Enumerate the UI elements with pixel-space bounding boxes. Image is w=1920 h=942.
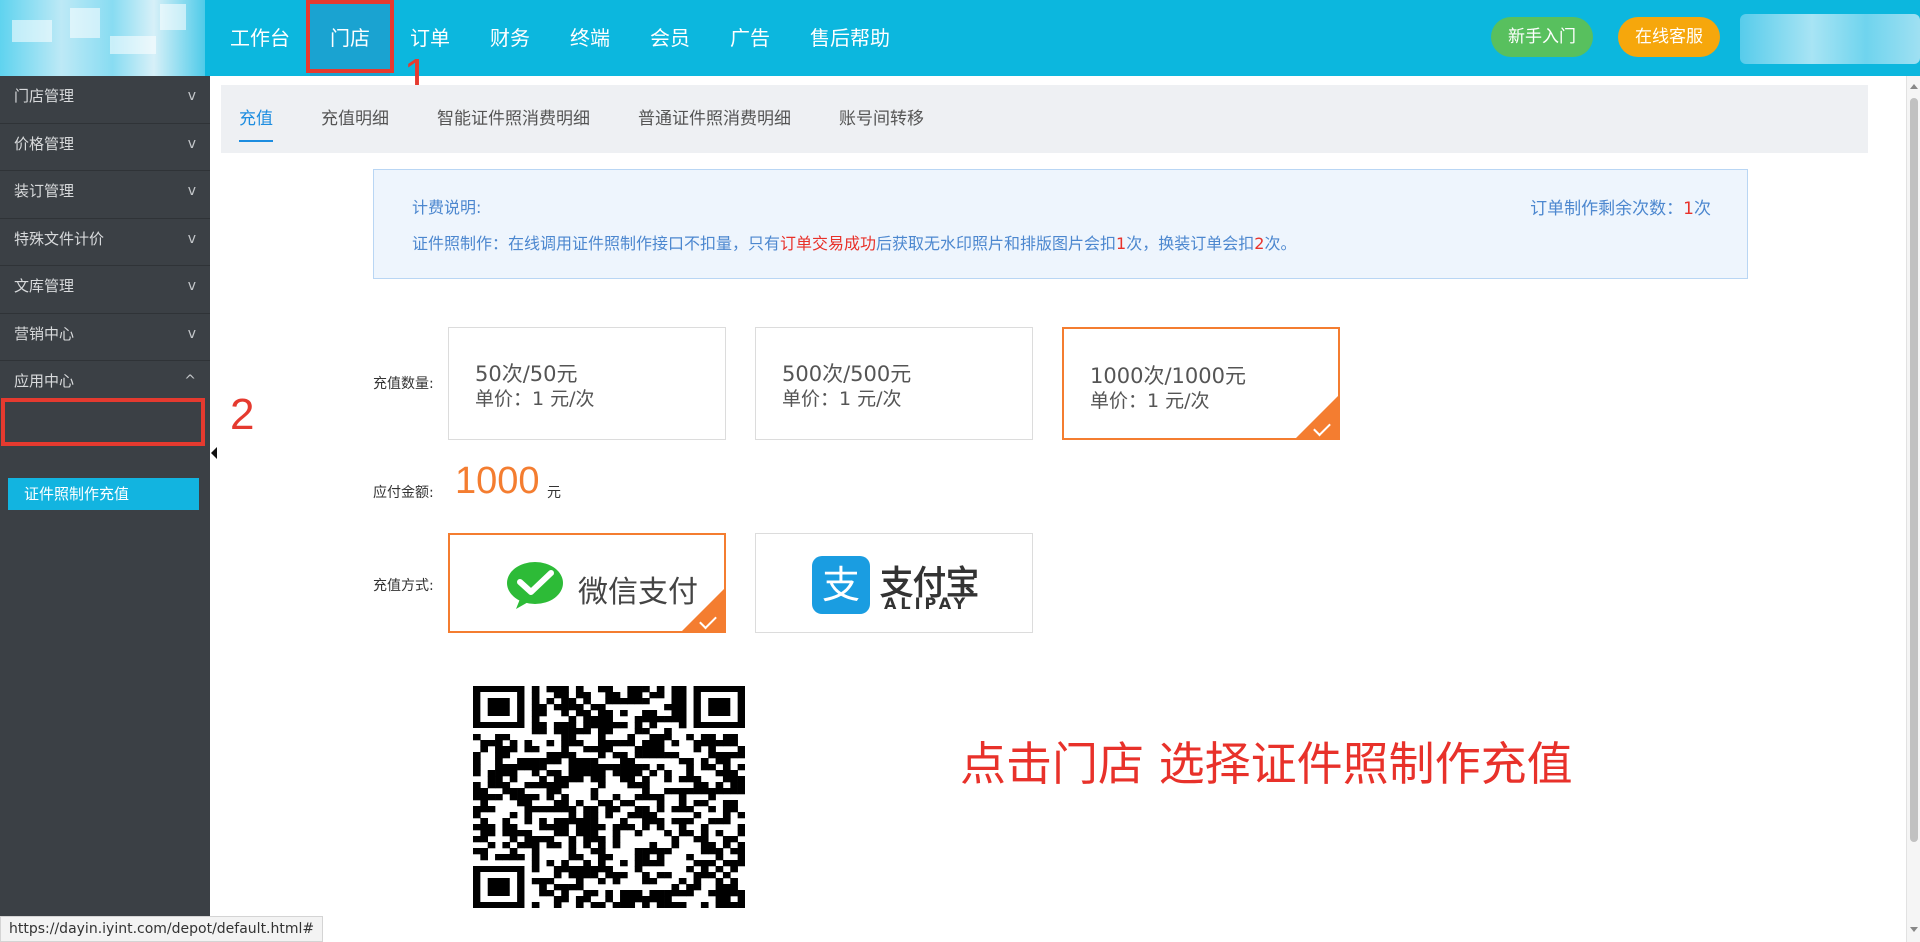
amount-value: 1000	[455, 460, 540, 502]
amount-label: 应付金额:	[373, 485, 434, 501]
option-500[interactable]: 500次/500元 单价：1 元/次	[755, 327, 1033, 440]
payment-method-label: 充值方式:	[373, 578, 434, 594]
scroll-thumb[interactable]	[1910, 98, 1918, 842]
nav-item-terminal[interactable]: 终端	[550, 0, 630, 76]
sidebar-item-label: 门店管理	[14, 87, 75, 105]
alipay-label-en: ALIPAY	[884, 594, 970, 613]
quantity-label: 充值数量:	[373, 376, 434, 392]
scroll-down-icon[interactable]	[1910, 927, 1918, 932]
tab-smart-photo-consumption[interactable]: 智能证件照消费明细	[437, 85, 590, 153]
top-bar: 工作台 门店 订单 财务 终端 会员 广告 售后帮助 新手入门 在线客服	[0, 0, 1920, 76]
sidebar-item-label: 文库管理	[14, 277, 75, 295]
option-unit-price: 单价：1 元/次	[782, 388, 902, 410]
annotation-number-2: 2	[230, 390, 255, 439]
option-unit-price: 单价：1 元/次	[475, 388, 595, 410]
sidebar: 门店管理 v 价格管理 v 装订管理 v 特殊文件计价 v 文库管理 v 营销中…	[0, 76, 210, 942]
recharge-tabs: 充值 充值明细 智能证件照消费明细 普通证件照消费明细 账号间转移	[221, 85, 1868, 153]
wechat-label: 微信支付	[578, 575, 698, 610]
sidebar-item-label: 应用中心	[14, 372, 75, 390]
sidebar-item-store-management[interactable]: 门店管理 v	[0, 76, 210, 124]
chevron-down-icon: v	[187, 278, 196, 294]
nav-item-ads[interactable]: 广告	[710, 0, 790, 76]
billing-info-text: 证件照制作：在线调用证件照制作接口不扣量，只有订单交易成功后获取无水印照片和排版…	[412, 234, 1297, 253]
tab-recharge-details[interactable]: 充值明细	[321, 85, 389, 153]
tab-recharge[interactable]: 充值	[239, 85, 273, 153]
sidebar-item-label: 装订管理	[14, 182, 75, 200]
nav-item-workbench[interactable]: 工作台	[210, 0, 310, 76]
chevron-down-icon: v	[187, 88, 196, 104]
online-service-button[interactable]: 在线客服	[1618, 17, 1720, 57]
billing-info-title: 计费说明:	[412, 198, 482, 217]
sidebar-collapse-arrow-icon[interactable]	[211, 447, 217, 459]
option-1000[interactable]: 1000次/1000元 单价：1 元/次	[1062, 327, 1340, 440]
tab-account-transfer[interactable]: 账号间转移	[839, 85, 924, 153]
page-scrollbar[interactable]	[1906, 76, 1920, 942]
nav-item-support[interactable]: 售后帮助	[790, 0, 910, 76]
annotation-box-store	[306, 0, 394, 73]
sidebar-item-library-management[interactable]: 文库管理 v	[0, 266, 210, 314]
nav-item-orders[interactable]: 订单	[390, 0, 470, 76]
sidebar-item-binding-management[interactable]: 装订管理 v	[0, 171, 210, 219]
annotation-box-recharge	[1, 398, 205, 446]
tab-normal-photo-consumption[interactable]: 普通证件照消费明细	[638, 85, 791, 153]
payment-wechat[interactable]: 微信支付	[448, 533, 726, 633]
beginner-guide-button[interactable]: 新手入门	[1491, 17, 1593, 57]
scroll-up-icon[interactable]	[1910, 84, 1918, 89]
instruction-annotation: 点击门店 选择证件照制作充值	[960, 737, 1573, 791]
chevron-up-icon: ^	[184, 373, 196, 389]
logo-blurred	[0, 0, 205, 76]
user-info-blurred[interactable]	[1740, 14, 1920, 64]
nav-item-finance[interactable]: 财务	[470, 0, 550, 76]
chevron-down-icon: v	[187, 230, 196, 247]
chevron-down-icon: v	[187, 183, 196, 199]
chevron-down-icon: v	[187, 325, 196, 342]
option-unit-price: 单价：1 元/次	[1090, 390, 1210, 412]
sidebar-item-label: 特殊文件计价	[14, 229, 105, 248]
payment-qr-code	[473, 686, 745, 908]
alipay-icon: 支	[812, 556, 870, 614]
sidebar-item-label: 营销中心	[14, 324, 75, 343]
browser-status-bar: https://dayin.iyint.com/depot/default.ht…	[0, 916, 324, 942]
chevron-down-icon: v	[187, 135, 196, 152]
nav-item-members[interactable]: 会员	[630, 0, 710, 76]
payment-alipay[interactable]: 支 支付宝 ALIPAY	[755, 533, 1033, 633]
amount-unit: 元	[547, 485, 561, 501]
sidebar-item-label: 价格管理	[14, 134, 75, 153]
sidebar-item-marketing-center[interactable]: 营销中心 v	[0, 314, 210, 361]
remaining-count: 订单制作剩余次数：1次	[1530, 199, 1711, 219]
billing-info-box: 计费说明: 证件照制作：在线调用证件照制作接口不扣量，只有订单交易成功后获取无水…	[373, 169, 1748, 279]
option-50[interactable]: 50次/50元 单价：1 元/次	[448, 327, 726, 440]
sidebar-subitem-id-photo-recharge[interactable]: 证件照制作充值	[8, 478, 199, 510]
sidebar-item-price-management[interactable]: 价格管理 v	[0, 124, 210, 171]
sidebar-item-special-file-pricing[interactable]: 特殊文件计价 v	[0, 219, 210, 266]
wechat-icon	[507, 562, 563, 609]
